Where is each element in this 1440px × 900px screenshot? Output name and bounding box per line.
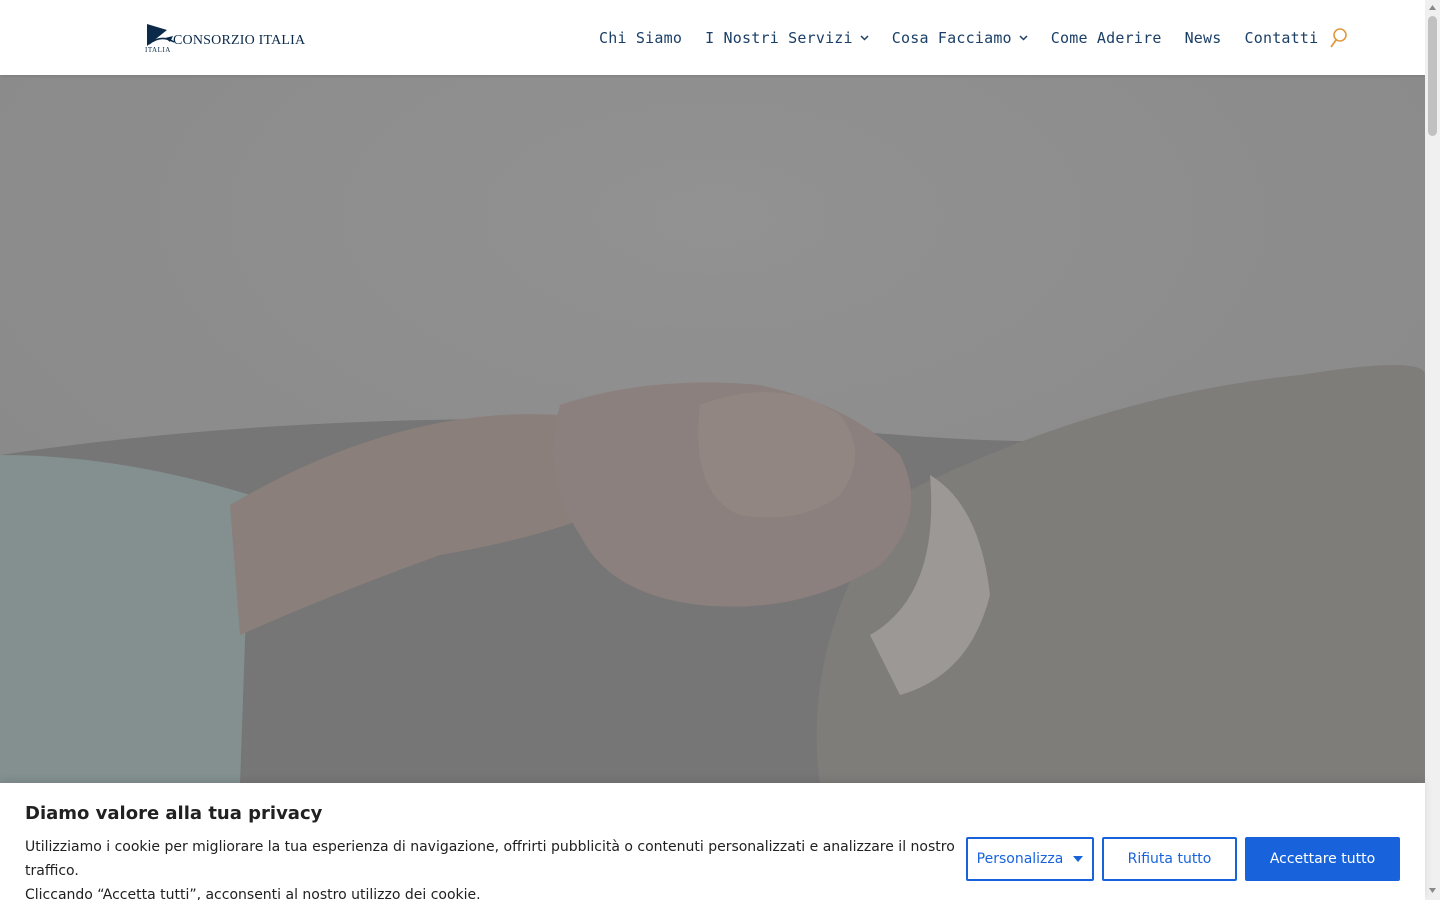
nav-contatti[interactable]: Contatti (1245, 29, 1319, 47)
nav-label: Chi Siamo (599, 29, 683, 47)
nav-news[interactable]: News (1185, 29, 1222, 47)
nav-i-nostri-servizi[interactable]: I Nostri Servizi (705, 29, 869, 47)
scroll-thumb[interactable] (1428, 16, 1437, 136)
cookie-title: Diamo valore alla tua privacy (25, 803, 323, 824)
nav-label: News (1184, 29, 1222, 47)
scroll-down-arrow-icon[interactable] (1428, 886, 1437, 895)
nav-label: Come Aderire (1050, 29, 1162, 47)
nav-cosa-facciamo[interactable]: Cosa Facciamo (892, 29, 1028, 47)
nav-label: Contatti (1244, 29, 1319, 47)
nav-come-aderire[interactable]: Come Aderire (1051, 29, 1162, 47)
chevron-down-icon (860, 35, 869, 41)
nav-chi-siamo[interactable]: Chi Siamo (599, 29, 682, 47)
nav-label: Cosa Facciamo (891, 29, 1012, 47)
main-nav: Chi Siamo I Nostri Servizi Cosa Facciamo… (599, 26, 1349, 50)
accept-all-button[interactable]: Accettare tutto (1245, 837, 1400, 881)
cookie-text-line-2: Cliccando “Accetta tutti”, acconsenti al… (25, 887, 481, 900)
customize-button[interactable]: Personalizza (966, 837, 1094, 881)
hero-hands-illustration (0, 75, 1425, 785)
site-header: CONSORZIO ITALIA ITALIA Chi Siamo I Nost… (0, 0, 1425, 75)
caret-down-icon (1073, 856, 1084, 862)
cookie-description: Utilizziamo i cookie per migliorare la t… (25, 835, 955, 900)
page-scrollbar[interactable] (1425, 0, 1440, 900)
hero-image (0, 75, 1425, 785)
reject-all-button[interactable]: Rifiuta tutto (1102, 837, 1237, 881)
cookie-text-line-1: Utilizziamo i cookie per migliorare la t… (25, 839, 955, 879)
logo-subtext: ITALIA (145, 46, 171, 54)
logo-text: CONSORZIO ITALIA (173, 33, 306, 48)
reject-label: Rifiuta tutto (1127, 851, 1212, 867)
nav-label: I Nostri Servizi (705, 29, 853, 47)
accept-label: Accettare tutto (1269, 851, 1376, 867)
cookie-consent-banner: Diamo valore alla tua privacy Utilizziam… (0, 783, 1425, 900)
chevron-down-icon (1019, 35, 1028, 41)
search-icon[interactable] (1329, 27, 1349, 49)
scroll-up-arrow-icon[interactable] (1428, 3, 1437, 12)
site-logo[interactable]: CONSORZIO ITALIA ITALIA (145, 22, 315, 56)
customize-label: Personalizza (976, 851, 1064, 867)
